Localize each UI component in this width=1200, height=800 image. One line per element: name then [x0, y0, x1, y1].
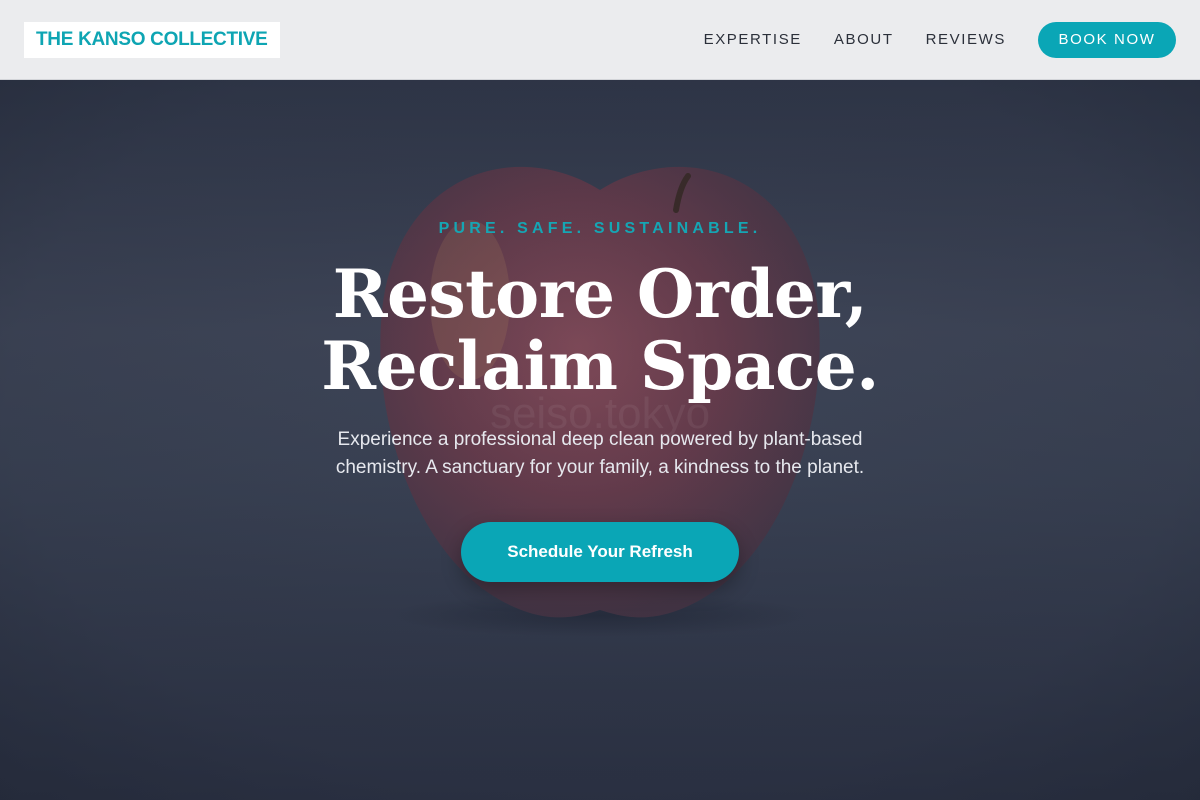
hero-content: PURE. SAFE. SUSTAINABLE. Restore Order, … [0, 80, 1200, 800]
headline-line-1: Restore Order, [332, 255, 868, 333]
nav-link-reviews[interactable]: REVIEWS [926, 31, 1006, 48]
hero-section: seiso.tokyo PURE. SAFE. SUSTAINABLE. Res… [0, 80, 1200, 800]
hero-subline: Experience a professional deep clean pow… [335, 429, 865, 478]
site-logo[interactable]: THE KANSO COLLECTIVE [24, 21, 280, 58]
schedule-refresh-button[interactable]: Schedule Your Refresh [461, 522, 739, 582]
headline-line-2: Reclaim Space. [321, 327, 879, 405]
nav-link-expertise[interactable]: EXPERTISE [704, 31, 802, 48]
site-header: THE KANSO COLLECTIVE EXPERTISE ABOUT REV… [0, 0, 1200, 80]
nav-link-about[interactable]: ABOUT [834, 31, 894, 48]
hero-headline: Restore Order, Reclaim Space. [0, 258, 1200, 402]
hero-eyebrow: PURE. SAFE. SUSTAINABLE. [438, 220, 762, 237]
logo-text: THE KANSO COLLECTIVE [36, 28, 268, 50]
book-now-button[interactable]: BOOK NOW [1038, 21, 1176, 58]
main-nav: EXPERTISE ABOUT REVIEWS BOOK NOW [704, 21, 1176, 58]
